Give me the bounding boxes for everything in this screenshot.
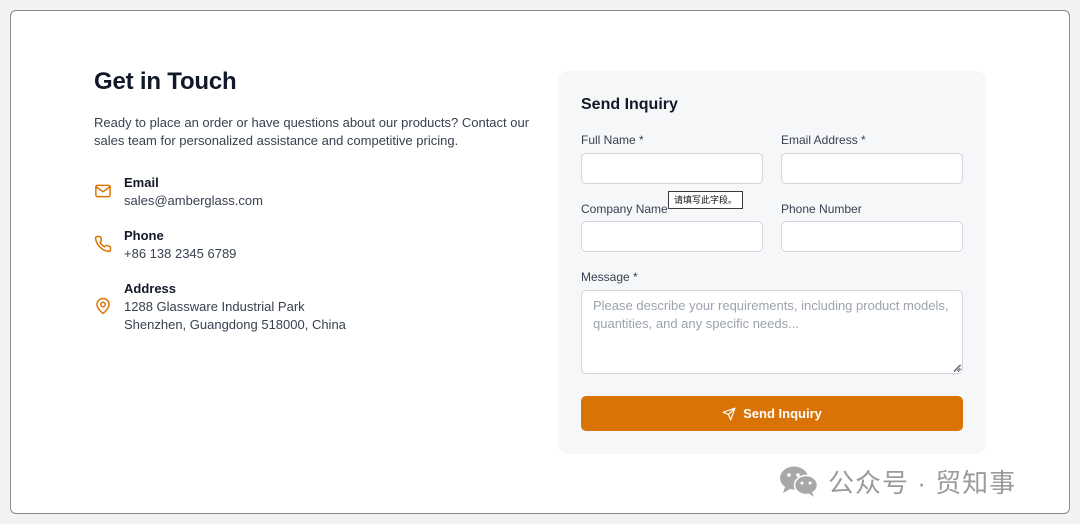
message-textarea[interactable] [581, 290, 963, 374]
phone-number-input[interactable] [781, 221, 963, 252]
send-inquiry-label: Send Inquiry [743, 406, 822, 421]
full-name-label: Full Name * [581, 133, 644, 147]
inquiry-form-card: Send Inquiry Full Name * Email Address *… [558, 71, 986, 454]
message-label: Message * [581, 270, 638, 284]
resize-grip-icon[interactable] [953, 364, 961, 372]
phone-icon [94, 235, 112, 253]
send-inquiry-button[interactable]: Send Inquiry [581, 396, 963, 431]
company-name-input[interactable] [581, 221, 763, 252]
validation-tooltip: 请填写此字段。 [668, 191, 744, 209]
phone-number-label: Phone Number [781, 202, 862, 216]
address-line1: 1288 Glassware Industrial Park [124, 299, 305, 314]
mail-icon [94, 182, 112, 200]
contact-description: Ready to place an order or have question… [94, 115, 530, 148]
address-line2: Shenzhen, Guangdong 518000, China [124, 317, 346, 332]
watermark: 公众号 · 贸知事 [778, 463, 1016, 499]
email-label: Email [124, 175, 159, 190]
watermark-text: 公众号 · 贸知事 [828, 467, 1017, 498]
email-address-label: Email Address * [781, 133, 866, 147]
map-pin-icon [94, 297, 112, 315]
company-name-label: Company Name [581, 202, 668, 216]
wechat-icon [780, 466, 819, 497]
email-address-input[interactable] [781, 153, 963, 184]
form-title: Send Inquiry [581, 96, 678, 113]
contact-title: Get in Touch [94, 68, 237, 95]
phone-label: Phone [124, 228, 164, 243]
full-name-input[interactable] [581, 153, 763, 184]
phone-value[interactable]: +86 138 2345 6789 [124, 245, 236, 263]
email-value[interactable]: sales@amberglass.com [124, 192, 263, 210]
address-label: Address [124, 281, 177, 296]
send-icon [722, 407, 736, 420]
